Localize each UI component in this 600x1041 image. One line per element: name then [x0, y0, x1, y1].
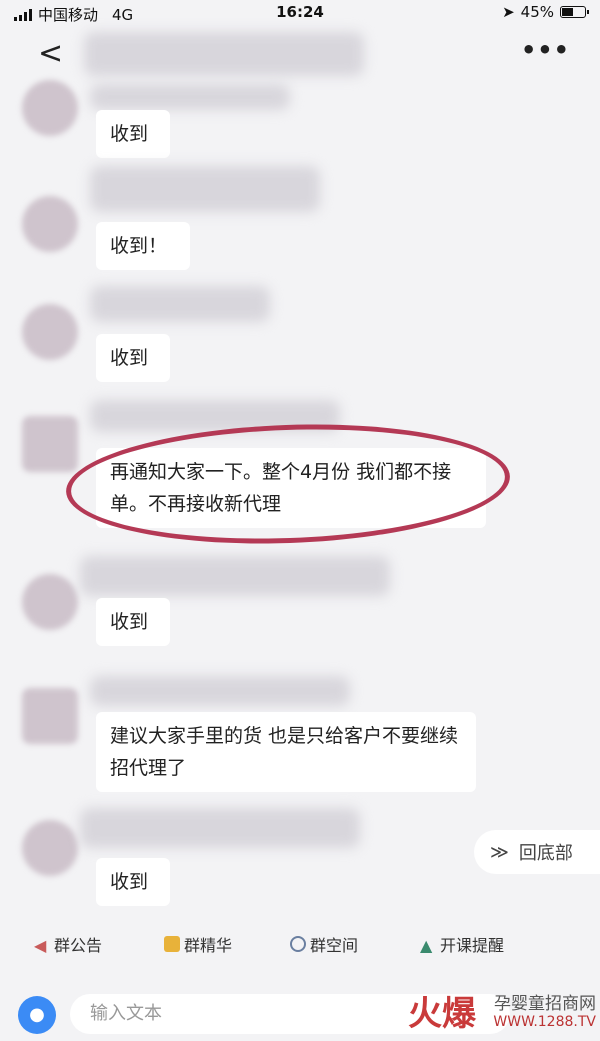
sender-name-blurred	[90, 676, 350, 706]
speaker-icon: ◀	[34, 936, 47, 955]
back-button[interactable]: <	[38, 36, 63, 71]
message-bubble: 建议大家手里的货 也是只给客户不要继续招代理了	[96, 712, 476, 792]
scroll-to-bottom-label: 回底部	[518, 843, 573, 864]
battery-icon	[560, 6, 589, 18]
microphone-icon: ●	[29, 1004, 45, 1025]
input-placeholder: 输入文本	[90, 1003, 162, 1024]
watermark: 火爆 孕婴童招商网 WWW.1288.TV	[376, 989, 596, 1035]
tab-label: 开课提醒	[440, 936, 505, 955]
avatar[interactable]	[22, 416, 78, 472]
sender-name-blurred	[90, 84, 290, 110]
avatar[interactable]	[22, 574, 78, 630]
bell-icon: ▲	[420, 936, 433, 955]
scroll-to-bottom-button[interactable]: ≫ 回底部	[474, 830, 600, 874]
message-bubble: 收到	[96, 858, 170, 906]
double-chevron-down-icon: ≫	[490, 841, 509, 863]
avatar[interactable]	[22, 304, 78, 360]
sender-name-blurred	[90, 286, 270, 322]
sender-name-blurred	[90, 166, 320, 212]
avatar[interactable]	[22, 80, 78, 136]
message-bubble: 收到！	[96, 222, 190, 270]
message-text: 收到！	[110, 235, 168, 257]
tab-group-space[interactable]: 群空间	[290, 932, 358, 956]
watermark-brand: 火爆	[408, 994, 476, 1034]
tab-label: 群公告	[54, 936, 103, 955]
chat-title-blurred	[84, 32, 364, 76]
sender-name-blurred	[80, 556, 390, 596]
highlight-circle	[64, 417, 512, 551]
message-bubble: 收到	[96, 110, 170, 158]
avatar[interactable]	[22, 820, 78, 876]
status-bar: 中国移动 4G 16:24 ➤ 45%	[0, 0, 600, 26]
message-text: 收到	[110, 611, 149, 633]
message-bubble: 收到	[96, 334, 170, 382]
tab-announcement[interactable]: ◀ 群公告	[34, 932, 102, 956]
tab-label: 群空间	[310, 936, 359, 955]
star-badge-icon	[164, 936, 180, 952]
space-icon	[290, 936, 306, 952]
message-text: 收到	[110, 347, 149, 369]
tab-essence[interactable]: 群精华	[164, 932, 232, 956]
group-shortcut-bar: ◀ 群公告 群精华 群空间 ▲ 开课提醒	[0, 926, 600, 962]
avatar[interactable]	[22, 196, 78, 252]
tab-label: 群精华	[184, 936, 233, 955]
microphone-button[interactable]: ●	[18, 996, 56, 1034]
message-bubble: 收到	[96, 598, 170, 646]
message-text: 收到	[110, 123, 149, 145]
chat-header: < •••	[0, 30, 600, 80]
message-text: 建议大家手里的货 也是只给客户不要继续招代理了	[110, 725, 459, 779]
message-text: 收到	[110, 871, 149, 893]
tab-class-reminder[interactable]: ▲ 开课提醒	[420, 932, 504, 956]
more-options-button[interactable]: •••	[521, 36, 570, 64]
battery-percent: 45%	[520, 3, 554, 21]
sender-name-blurred	[80, 808, 360, 848]
location-icon: ➤	[502, 3, 515, 21]
avatar[interactable]	[22, 688, 78, 744]
